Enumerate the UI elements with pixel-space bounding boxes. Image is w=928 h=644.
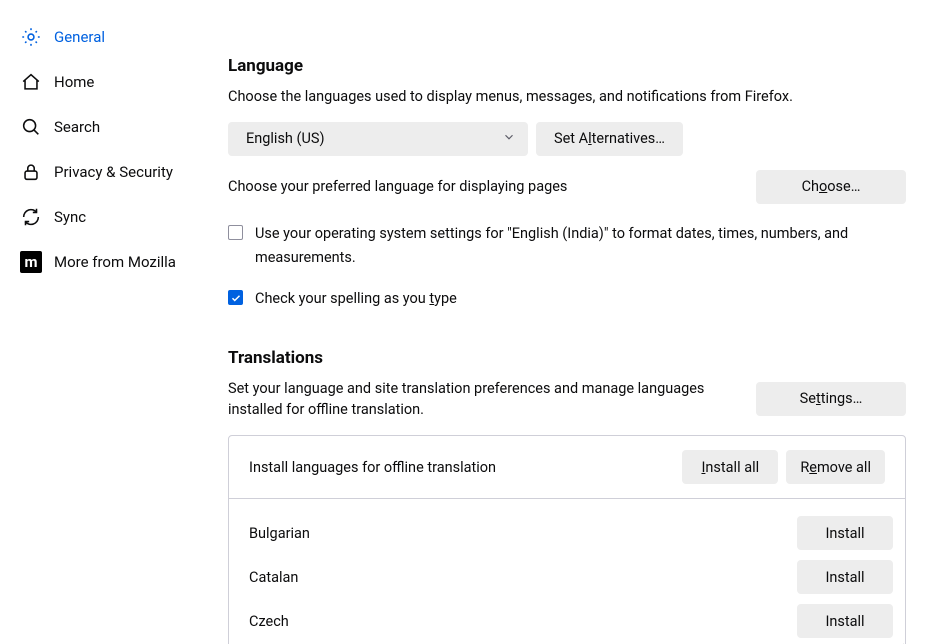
lang-name: Bulgarian [249,525,310,542]
language-section: Language Choose the languages used to di… [228,56,906,312]
lock-icon [20,161,42,183]
remove-all-button[interactable]: Remove all [786,450,885,484]
install-all-button[interactable]: Install all [682,450,778,484]
sync-icon [20,206,42,228]
sidebar-item-more-mozilla[interactable]: m More from Mozilla [10,241,196,283]
section-title-translations: Translations [228,348,906,368]
mozilla-icon: m [20,251,42,273]
chevron-down-icon [502,130,516,148]
sidebar-item-label: Search [54,118,100,136]
gear-icon [20,26,42,48]
language-desc: Choose the languages used to display men… [228,86,906,108]
choose-button[interactable]: Choose… [756,170,906,204]
preferred-language-desc: Choose your preferred language for displ… [228,178,567,195]
translations-settings-button[interactable]: Settings… [756,382,906,416]
lang-row-catalan: Catalan Install [249,555,893,599]
install-button[interactable]: Install [797,516,893,550]
os-settings-checkbox[interactable] [228,225,243,240]
set-alternatives-button[interactable]: Set Alternatives… [536,122,683,156]
section-title-language: Language [228,56,906,76]
spellcheck-label: Check your spelling as you type [255,287,457,312]
sidebar-item-privacy[interactable]: Privacy & Security [10,151,196,193]
lang-name: Czech [249,613,289,630]
language-select-value: English (US) [246,130,325,147]
search-icon [20,116,42,138]
install-button[interactable]: Install [797,560,893,594]
sidebar-item-label: Home [54,73,94,91]
sidebar-item-label: Sync [54,208,86,226]
translations-header-buttons: Install all Remove all [682,450,885,484]
translations-box: Install languages for offline translatio… [228,435,906,644]
spellcheck-checkbox[interactable] [228,290,243,305]
translations-desc: Set your language and site translation p… [228,378,718,422]
sidebar-item-general[interactable]: General [10,16,196,58]
spellcheck-row[interactable]: Check your spelling as you type [228,287,906,312]
sidebar-item-label: General [54,28,105,46]
translations-box-header: Install languages for offline translatio… [229,436,905,499]
sidebar-item-label: More from Mozilla [54,253,176,271]
translations-list[interactable]: Bulgarian Install Catalan Install Czech … [229,499,905,644]
language-select[interactable]: English (US) [228,122,528,156]
sidebar: General Home Search Privacy & Security S… [0,0,206,644]
preferred-language-row: Choose your preferred language for displ… [228,170,906,204]
install-button[interactable]: Install [797,604,893,638]
translations-section: Translations Set your language and site … [228,348,906,644]
language-select-row: English (US) Set Alternatives… [228,122,906,156]
os-settings-row[interactable]: Use your operating system settings for "… [228,222,906,271]
install-offline-label: Install languages for offline translatio… [249,459,496,476]
lang-row-bulgarian: Bulgarian Install [249,511,893,555]
home-icon [20,71,42,93]
translations-desc-row: Set your language and site translation p… [228,378,906,422]
lang-row-czech: Czech Install [249,599,893,643]
lang-name: Catalan [249,569,298,586]
os-settings-label: Use your operating system settings for "… [255,222,906,271]
sidebar-item-sync[interactable]: Sync [10,196,196,238]
sidebar-item-home[interactable]: Home [10,61,196,103]
sidebar-item-label: Privacy & Security [54,163,173,181]
sidebar-item-search[interactable]: Search [10,106,196,148]
main-content: Language Choose the languages used to di… [206,0,928,644]
